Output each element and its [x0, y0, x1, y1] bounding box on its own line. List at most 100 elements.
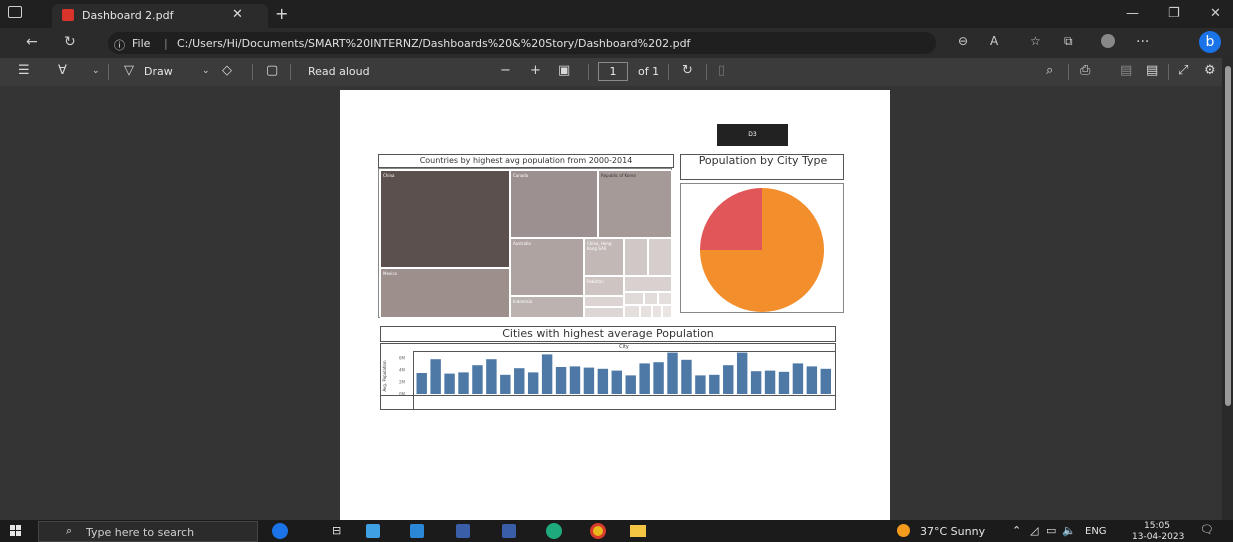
- language-indicator[interactable]: ENG: [1085, 526, 1107, 537]
- text-icon[interactable]: ▢: [266, 63, 278, 78]
- bing-chat-icon[interactable]: [272, 523, 288, 539]
- fullscreen-icon[interactable]: ⤢: [1178, 63, 1188, 78]
- print-icon[interactable]: ⎙: [1080, 63, 1090, 78]
- scrollbar-thumb[interactable]: [1225, 66, 1231, 406]
- page-number-input[interactable]: 1: [598, 62, 628, 81]
- treemap-cell-indonesia: Indonesia: [510, 296, 584, 318]
- windows-start-icon[interactable]: [10, 525, 22, 537]
- back-icon[interactable]: ←: [26, 34, 38, 50]
- d3-button: D3: [717, 124, 788, 146]
- draw-icon[interactable]: ▽: [124, 63, 134, 78]
- collections-icon[interactable]: ⧉: [1064, 34, 1073, 49]
- refresh-icon[interactable]: ↻: [64, 34, 76, 50]
- bar: [458, 372, 469, 394]
- weather-text[interactable]: 37°C Sunny: [920, 525, 985, 538]
- eraser-icon[interactable]: ◇: [222, 63, 232, 78]
- bing-icon[interactable]: b: [1199, 31, 1221, 53]
- draw-label[interactable]: Draw: [144, 65, 173, 78]
- bar: [806, 366, 818, 394]
- settings-icon[interactable]: ⚙: [1204, 63, 1216, 78]
- taskbar-search-icon: ⌕: [66, 524, 73, 537]
- rotate-icon[interactable]: ↻: [682, 63, 693, 78]
- y-tick-label: 4M: [399, 368, 406, 373]
- close-tab-icon[interactable]: ✕: [232, 7, 243, 22]
- bar: [527, 372, 539, 394]
- battery-icon[interactable]: ▭: [1046, 524, 1056, 537]
- volume-icon[interactable]: 🔈: [1062, 524, 1076, 537]
- bar: [681, 359, 692, 394]
- bar-chart-frame: City Avg. Population 6M 4M 2M 0M: [380, 343, 836, 410]
- highlight-dropdown-icon[interactable]: ⌄: [92, 66, 100, 76]
- treemap-cell: [648, 238, 672, 276]
- url-text[interactable]: C:/Users/Hi/Documents/SMART%20INTERNZ/Da…: [177, 37, 690, 50]
- bar: [695, 375, 706, 394]
- y-tick-label: 2M: [399, 380, 406, 385]
- draw-dropdown-icon[interactable]: ⌄: [202, 66, 210, 76]
- toolbar-separator: [668, 64, 669, 80]
- edge-icon[interactable]: [546, 523, 562, 539]
- task-view-icon[interactable]: ⊟: [332, 524, 341, 537]
- read-aloud-button[interactable]: Read aloud: [308, 65, 370, 78]
- bar: [416, 373, 427, 394]
- bar: [778, 371, 790, 394]
- more-icon[interactable]: ···: [1136, 34, 1149, 50]
- favorites-icon[interactable]: ☆: [1030, 34, 1041, 48]
- tab-actions-icon[interactable]: [8, 6, 22, 18]
- profile-icon[interactable]: [1101, 34, 1115, 48]
- treemap-label: China: [383, 173, 395, 178]
- zoom-in-icon[interactable]: +: [530, 63, 541, 78]
- contents-icon[interactable]: ☰: [18, 63, 30, 78]
- bar: [667, 352, 678, 394]
- app-icon[interactable]: [456, 524, 470, 538]
- clock-date[interactable]: 13-04-2023: [1132, 532, 1184, 542]
- new-tab-icon[interactable]: +: [275, 4, 288, 23]
- mail-icon[interactable]: [410, 524, 424, 538]
- zoom-icon[interactable]: ⊖: [958, 34, 968, 48]
- bar: [625, 375, 636, 394]
- show-hidden-icons[interactable]: ⌃: [1012, 524, 1021, 537]
- treemap-cell: [624, 238, 648, 276]
- taskbar-search-placeholder: Type here to search: [86, 526, 195, 539]
- treemap-cell-china: China: [380, 170, 510, 268]
- bar-ylabel: Avg. Population: [382, 360, 387, 391]
- zoom-out-icon[interactable]: −: [500, 63, 511, 78]
- highlight-icon[interactable]: ∀: [58, 63, 67, 78]
- address-divider: |: [164, 37, 168, 50]
- close-window-icon[interactable]: ✕: [1210, 6, 1221, 21]
- bar: [444, 373, 455, 394]
- treemap-cell-hongkong: China, Hong Kong SAR: [584, 238, 624, 276]
- treemap-cell: [584, 296, 624, 307]
- toolbar-separator: [1168, 64, 1169, 80]
- bar: [514, 368, 525, 394]
- chrome-icon[interactable]: [590, 523, 606, 539]
- bar: [764, 370, 776, 394]
- app-icon[interactable]: [502, 524, 516, 538]
- network-icon[interactable]: ◿: [1030, 524, 1038, 537]
- bar: [611, 370, 622, 394]
- treemap-label: Republic of Korea: [601, 173, 636, 178]
- info-icon[interactable]: ⓘ: [114, 37, 125, 53]
- bar: [541, 354, 553, 394]
- treemap-cell-pakistan: Pakistan: [584, 276, 624, 296]
- y-tick-label: 0M: [399, 392, 406, 397]
- search-icon[interactable]: ⌕: [1046, 63, 1053, 78]
- bar: [820, 368, 831, 394]
- file-explorer-icon[interactable]: [630, 525, 646, 537]
- bar-chart: Avg. Population 6M 4M 2M 0M: [382, 352, 831, 397]
- restore-icon[interactable]: ❐: [1168, 6, 1180, 21]
- store-icon[interactable]: [366, 524, 380, 538]
- save-as-icon[interactable]: ▤: [1146, 63, 1158, 78]
- bar: [709, 374, 720, 394]
- pie-chart: [700, 188, 824, 312]
- save-icon[interactable]: ▤: [1120, 63, 1132, 78]
- clock-time[interactable]: 15:05: [1144, 521, 1170, 531]
- treemap-cell: [624, 276, 672, 292]
- treemap-label: Australia: [513, 241, 531, 246]
- toolbar-separator: [1068, 64, 1069, 80]
- read-mode-icon[interactable]: A: [990, 34, 998, 48]
- treemap-cell: [658, 292, 672, 305]
- page-view-icon[interactable]: ▯: [718, 63, 725, 78]
- minimize-icon[interactable]: —: [1126, 6, 1139, 21]
- fit-page-icon[interactable]: ▣: [558, 63, 570, 78]
- notifications-icon[interactable]: 🗨: [1200, 523, 1214, 536]
